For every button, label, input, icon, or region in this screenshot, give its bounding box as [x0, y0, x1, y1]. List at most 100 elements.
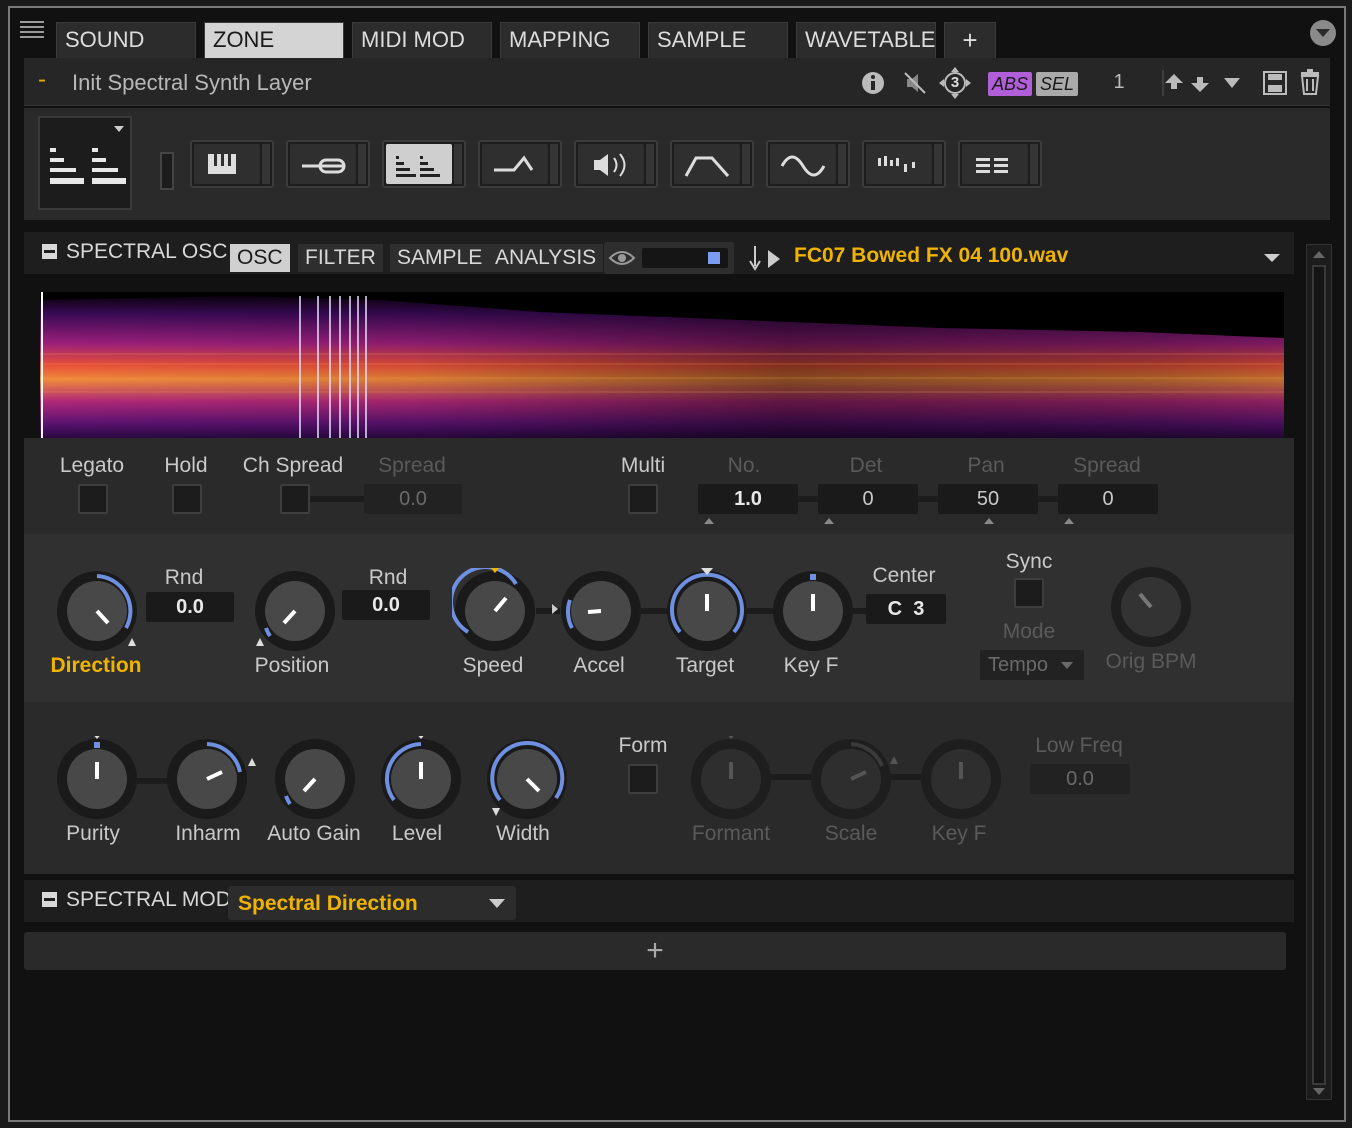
spectrogram-display[interactable]	[40, 292, 1284, 438]
spread-value[interactable]: 0.0	[364, 484, 462, 514]
det-value[interactable]: 0	[818, 484, 918, 514]
tab-sound[interactable]: SOUND	[56, 22, 196, 58]
inharm-label: Inharm	[175, 822, 241, 845]
inharm-knob[interactable]	[164, 736, 260, 822]
connector-module-button[interactable]	[286, 140, 370, 188]
pan-value[interactable]: 50	[938, 484, 1038, 514]
center-value[interactable]: C 3	[866, 594, 946, 624]
sine-wave-icon	[780, 155, 826, 177]
filter-module-button[interactable]	[478, 140, 562, 188]
tab-wavetable[interactable]: WAVETABLE	[796, 22, 936, 58]
chevron-down-icon[interactable]	[1310, 20, 1336, 46]
abs-toggle[interactable]: ABS	[988, 72, 1033, 96]
list-module-button[interactable]	[958, 140, 1042, 188]
form-label: Form	[618, 734, 668, 757]
position-knob[interactable]	[252, 568, 338, 654]
view-slider[interactable]	[642, 248, 728, 268]
sel-toggle[interactable]: SEL	[1036, 72, 1079, 96]
purity-knob[interactable]	[54, 736, 140, 822]
amp-module-button[interactable]	[574, 140, 658, 188]
scroll-down-icon[interactable]	[1312, 1087, 1326, 1097]
trash-icon[interactable]	[1298, 68, 1322, 96]
filter-icon	[494, 155, 534, 172]
keyf-knob[interactable]	[770, 568, 856, 654]
info-icon[interactable]	[860, 70, 886, 96]
file-load-arrows-icon[interactable]	[748, 244, 784, 274]
tab-zone[interactable]: ZONE	[204, 22, 344, 58]
legato-checkbox[interactable]	[78, 484, 108, 514]
spectral-osc-title: SPECTRAL OSC	[66, 240, 228, 263]
ch-spread-checkbox[interactable]	[280, 484, 310, 514]
list-icon	[976, 158, 1008, 173]
width-label: Width	[496, 822, 550, 845]
low-freq-label: Low Freq	[1035, 734, 1123, 757]
mute-icon[interactable]	[902, 70, 928, 96]
layer-name[interactable]: Init Spectral Synth Layer	[72, 70, 312, 96]
tab-mapping[interactable]: MAPPING	[500, 22, 640, 58]
scrollbar-thumb[interactable]	[1312, 265, 1326, 1085]
ch-spread-label: Ch Spread	[242, 454, 344, 477]
collapse-icon[interactable]	[42, 244, 57, 259]
tab-sample[interactable]: SAMPLE	[648, 22, 788, 58]
direction-knob[interactable]	[54, 568, 140, 654]
keyboard-module-button[interactable]	[190, 140, 274, 188]
mode-select[interactable]: Tempo	[980, 650, 1084, 680]
spectral-synth-icon[interactable]	[38, 116, 132, 210]
scrollbar[interactable]	[1306, 244, 1332, 1100]
subtab-filter[interactable]: FILTER	[298, 244, 383, 272]
view-toggle[interactable]	[604, 242, 734, 274]
spectral-module-button[interactable]	[382, 140, 466, 188]
hold-checkbox[interactable]	[172, 484, 202, 514]
navigate-arrows-icon[interactable]	[1162, 70, 1252, 96]
rnd1-label: Rnd	[164, 566, 204, 589]
pan-label: Pan	[967, 454, 1005, 477]
multi-checkbox[interactable]	[628, 484, 658, 514]
subtab-osc[interactable]: OSC	[230, 244, 290, 272]
formant-knob[interactable]	[688, 736, 774, 822]
sample-filename[interactable]: FC07 Bowed FX 04 100.wav	[794, 244, 1068, 268]
spectral-mod-select[interactable]: Spectral Direction	[228, 886, 516, 920]
save-icon[interactable]	[1262, 70, 1288, 96]
speed-knob[interactable]	[452, 568, 538, 654]
scroll-up-icon[interactable]	[1312, 249, 1326, 259]
center-label: Center	[872, 564, 936, 587]
collapse-icon[interactable]	[42, 892, 57, 907]
mode-label: Mode	[1002, 620, 1056, 643]
subtab-analysis[interactable]: ANALYSIS	[488, 244, 604, 272]
subtab-sample[interactable]: SAMPLE	[390, 244, 490, 272]
det-label: Det	[849, 454, 883, 477]
spread2-value[interactable]: 0	[1058, 484, 1158, 514]
level-knob[interactable]	[378, 736, 464, 822]
envelope-module-button[interactable]	[670, 140, 754, 188]
mod-indicator-marks	[704, 518, 1074, 524]
lfo-module-button[interactable]	[766, 140, 850, 188]
width-knob[interactable]	[484, 736, 570, 822]
rnd2-value[interactable]: 0.0	[342, 590, 430, 620]
no-value[interactable]: 1.0	[698, 484, 798, 514]
step-module-button[interactable]	[862, 140, 946, 188]
level-label: Level	[391, 822, 443, 845]
add-module-button[interactable]: +	[24, 932, 1286, 970]
add-tab-button[interactable]: +	[944, 22, 996, 58]
layer-number: 1	[1113, 71, 1125, 93]
target-knob[interactable]	[664, 568, 750, 654]
auto-gain-knob[interactable]	[272, 736, 358, 822]
speaker-icon	[594, 153, 626, 177]
sync-checkbox[interactable]	[1014, 578, 1044, 608]
module-strip-handle[interactable]	[160, 152, 174, 190]
tab-midi-mod[interactable]: MIDI MOD	[352, 22, 492, 58]
accel-knob[interactable]	[558, 568, 644, 654]
chevron-down-icon[interactable]	[1262, 252, 1282, 264]
menu-icon[interactable]	[20, 18, 44, 38]
orig-bpm-knob[interactable]	[1108, 564, 1194, 650]
orig-bpm-label: Orig BPM	[1105, 650, 1197, 673]
rnd1-value[interactable]: 0.0	[146, 592, 234, 622]
form-checkbox[interactable]	[628, 764, 658, 794]
sync-label: Sync	[1005, 550, 1053, 573]
low-freq-value[interactable]: 0.0	[1030, 764, 1130, 794]
accel-label: Accel	[573, 654, 625, 677]
connector-icon	[302, 158, 346, 174]
mode-value: Tempo	[988, 654, 1049, 676]
formant-label: Formant	[691, 822, 771, 845]
keyf2-knob[interactable]	[918, 736, 1004, 822]
